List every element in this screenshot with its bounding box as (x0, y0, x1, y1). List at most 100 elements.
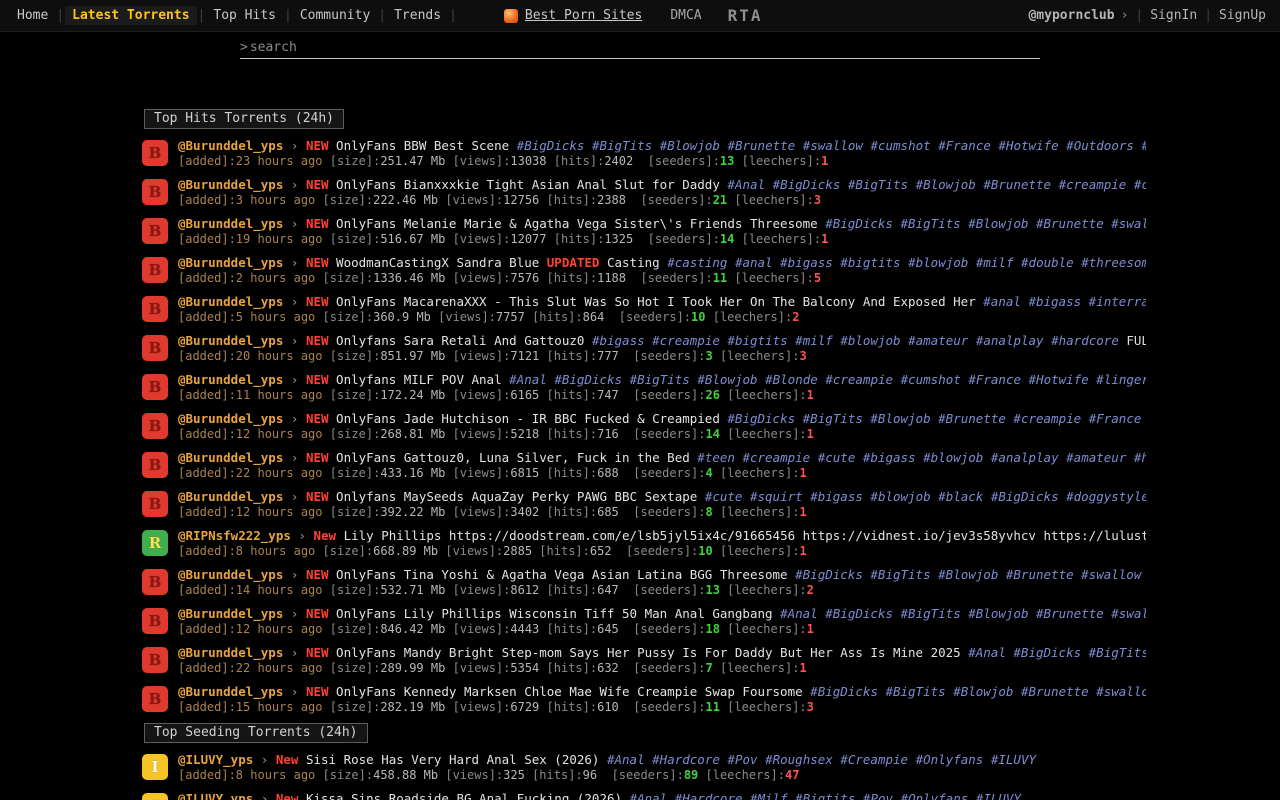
tag-link[interactable]: #Blowjob (870, 411, 930, 426)
tag-link[interactable]: #Brunette (1006, 567, 1074, 582)
nav-item-community[interactable]: Community (293, 6, 377, 25)
tag-link[interactable]: #BigDicks (795, 567, 863, 582)
user-avatar[interactable]: B (142, 179, 168, 205)
tag-link[interactable]: #threesome… (1081, 255, 1146, 270)
tag-link[interactable]: #cute (818, 450, 856, 465)
tag-link[interactable]: #swallow (1081, 567, 1141, 582)
tag-link[interactable]: #squirt (750, 489, 803, 504)
tag-link[interactable]: #Outdoors (1066, 138, 1134, 153)
tag-link[interactable]: #Pov (727, 752, 757, 767)
tag-link[interactable]: #creampie (652, 333, 720, 348)
tag-link[interactable]: #Onlyfans (916, 752, 984, 767)
username-link[interactable]: @ILUVY_yps (178, 791, 253, 800)
tag-link[interactable]: #Hardcore (652, 752, 720, 767)
username-link[interactable]: @Burunddel_yps (178, 138, 283, 153)
tag-link[interactable]: #interrac… (1089, 294, 1146, 309)
dmca-link[interactable]: DMCA (670, 8, 701, 23)
tag-link[interactable]: #ILUVY (991, 752, 1036, 767)
username-link[interactable]: @Burunddel_yps (178, 645, 283, 660)
tag-link[interactable]: #bigtits (727, 333, 787, 348)
torrent-title[interactable]: Lily Phillips https://doodstream.com/e/l… (344, 528, 1146, 543)
tag-link[interactable]: #Blowjob (953, 684, 1013, 699)
torrent-title[interactable]: OnlyFans Tina Yoshi & Agatha Vega Asian … (336, 567, 788, 582)
tag-link[interactable]: #blowjob (908, 255, 968, 270)
tag-link[interactable]: #BigTits (803, 411, 863, 426)
username-link[interactable]: @Burunddel_yps (178, 177, 283, 192)
tag-link[interactable]: #France (968, 372, 1021, 387)
username-link[interactable]: @Burunddel_yps (178, 411, 283, 426)
user-avatar[interactable]: B (142, 452, 168, 478)
user-avatar[interactable]: B (142, 608, 168, 634)
tag-link[interactable]: #BigTits (848, 177, 908, 192)
tag-link[interactable]: #analplay (976, 333, 1044, 348)
torrent-title[interactable]: OnlyFans Gattouz0, Luna Silver, Fuck in … (336, 450, 690, 465)
torrent-title[interactable]: WoodmanCastingX Sandra Blue UPDATED Cast… (336, 255, 660, 270)
tag-link[interactable]: #BigDicks (517, 138, 585, 153)
tag-link[interactable]: #Brunette (727, 138, 795, 153)
tag-link[interactable]: #Blowjob (660, 138, 720, 153)
tag-link[interactable]: #BigTits (1089, 645, 1146, 660)
nav-item-top-hits[interactable]: Top Hits (206, 6, 283, 25)
tag-link[interactable]: #Blowjob (968, 216, 1028, 231)
tag-link[interactable]: #BigTits (870, 567, 930, 582)
account-link[interactable]: @mypornclub (1028, 8, 1114, 23)
tag-link[interactable]: #bigass (780, 255, 833, 270)
tag-link[interactable]: #analplay (991, 450, 1059, 465)
tag-link[interactable]: #cumshot (870, 138, 930, 153)
tag-link[interactable]: #creampie (742, 450, 810, 465)
tag-link[interactable]: #Brunette (938, 411, 1006, 426)
user-avatar[interactable]: B (142, 491, 168, 517)
tag-link[interactable]: #BigDicks (810, 684, 878, 699)
tag-link[interactable]: #creampie (1013, 411, 1081, 426)
tag-link[interactable]: #Anal (968, 645, 1006, 660)
tag-link[interactable]: #cumshot (901, 372, 961, 387)
tag-link[interactable]: #BigTits (901, 606, 961, 621)
tag-link[interactable]: #bigass (810, 489, 863, 504)
tag-link[interactable]: #swallow… (1096, 684, 1146, 699)
nav-item-home[interactable]: Home (10, 6, 55, 25)
tag-link[interactable]: #France (1089, 411, 1142, 426)
user-avatar[interactable]: I (142, 754, 168, 780)
tag-link[interactable]: #creampie (825, 372, 893, 387)
best-porn-sites-link[interactable]: Best Porn Sites (504, 8, 642, 23)
username-link[interactable]: @Burunddel_yps (178, 216, 283, 231)
tag-link[interactable]: #Bigtits (795, 791, 855, 800)
username-link[interactable]: @Burunddel_yps (178, 606, 283, 621)
nav-item-latest-torrents[interactable]: Latest Torrents (65, 6, 196, 25)
tag-link[interactable]: #bigtits (840, 255, 900, 270)
tag-link[interactable]: #BigDicks (554, 372, 622, 387)
tag-link[interactable]: #BigDicks (991, 489, 1059, 504)
tag-link[interactable]: #Blowjob (938, 567, 998, 582)
torrent-title[interactable]: OnlyFans BBW Best Scene (336, 138, 509, 153)
user-avatar[interactable]: B (142, 335, 168, 361)
user-avatar[interactable]: B (142, 413, 168, 439)
tag-link[interactable]: #doggystyle (1066, 489, 1146, 504)
tag-link[interactable]: #ILUVY (976, 791, 1021, 800)
torrent-title[interactable]: OnlyFans Jade Hutchison - IR BBC Fucked … (336, 411, 720, 426)
tag-link[interactable]: #Brunette (1021, 684, 1089, 699)
user-avatar[interactable]: B (142, 569, 168, 595)
tag-link[interactable]: #anal (735, 255, 773, 270)
torrent-title[interactable]: OnlyFans Mandy Bright Step-mom Says Her … (336, 645, 961, 660)
tag-link[interactable]: #Anal (780, 606, 818, 621)
username-link[interactable]: @Burunddel_yps (178, 255, 283, 270)
user-avatar[interactable]: I (142, 793, 168, 800)
signin-link[interactable]: SignIn (1146, 8, 1201, 23)
tag-link[interactable]: #milf (976, 255, 1014, 270)
tag-link[interactable]: #Brunette (983, 177, 1051, 192)
nav-item-trends[interactable]: Trends (387, 6, 448, 25)
tag-link[interactable]: #blowjob (840, 333, 900, 348)
tag-link[interactable]: #creampie (1059, 177, 1127, 192)
tag-link[interactable]: #ha… (1134, 450, 1146, 465)
tag-link[interactable]: #Hardcore (675, 791, 743, 800)
username-link[interactable]: @Burunddel_yps (178, 450, 283, 465)
username-link[interactable]: @Burunddel_yps (178, 372, 283, 387)
torrent-title[interactable]: Onlyfans Sara Retali And Gattouz0 (336, 333, 584, 348)
tag-link[interactable]: #blowjob (870, 489, 930, 504)
username-link[interactable]: @Burunddel_yps (178, 684, 283, 699)
tag-link[interactable]: #amateur (908, 333, 968, 348)
tag-link[interactable]: #black (938, 489, 983, 504)
tag-link[interactable]: #BigTits (630, 372, 690, 387)
user-avatar[interactable]: B (142, 218, 168, 244)
torrent-title[interactable]: Kissa Sins Roadside BG Anal Fucking (202… (306, 791, 622, 800)
